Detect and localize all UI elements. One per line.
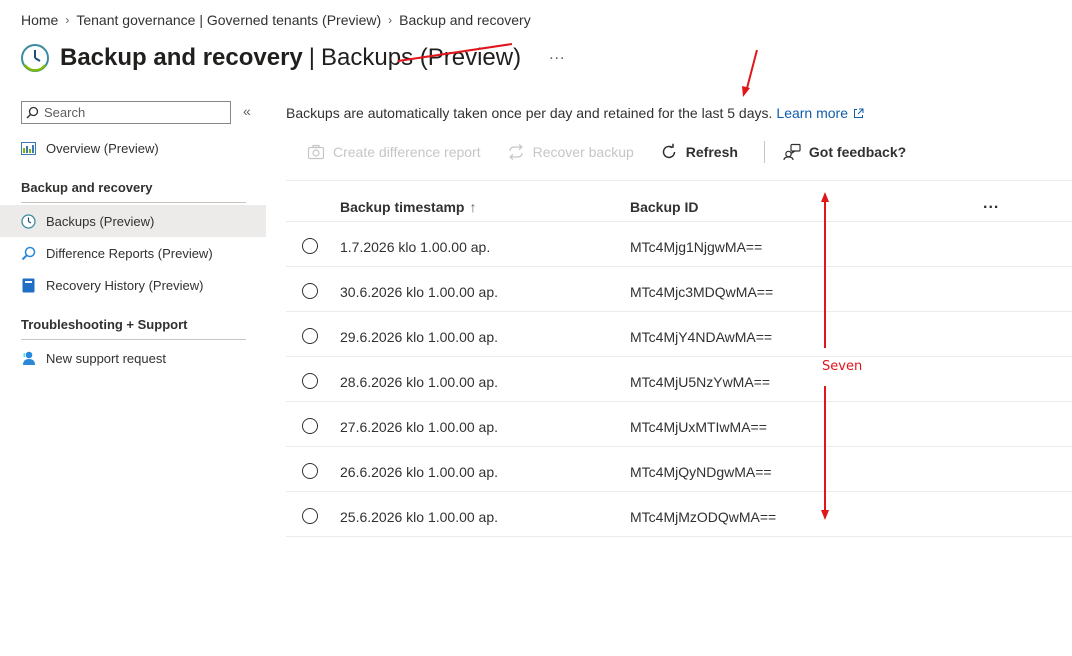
got-feedback-button[interactable]: Got feedback? [783,143,906,161]
page-title: Backup and recovery [60,44,303,71]
breadcrumb-tenant-governance[interactable]: Tenant governance | Governed tenants (Pr… [76,12,381,28]
sidebar-search[interactable] [21,101,231,124]
feedback-icon [783,143,801,161]
sidebar-item-new-support-request[interactable]: New support request [0,342,266,374]
backup-timestamp-cell: 28.6.2026 klo 1.00.00 ap. [340,374,499,390]
refresh-button[interactable]: Refresh [660,143,738,161]
title-separator: | [308,44,316,71]
refresh-label: Refresh [685,144,738,160]
search-input[interactable] [44,105,214,120]
sidebar-item-label: New support request [46,350,166,366]
backup-timestamp-cell: 29.6.2026 klo 1.00.00 ap. [340,329,499,345]
support-person-icon [21,351,36,366]
backup-timestamp-cell: 27.6.2026 klo 1.00.00 ap. [340,419,499,435]
backup-info-text: Backups are automatically taken once per… [286,105,773,121]
sidebar-item-recovery-history[interactable]: Recovery History (Preview) [0,269,266,301]
backup-timestamp-cell: 25.6.2026 klo 1.00.00 ap. [340,509,499,525]
nav-group-troubleshooting: Troubleshooting + Support [21,317,246,340]
row-select-radio[interactable] [302,418,318,434]
breadcrumb: Home › Tenant governance | Governed tena… [21,11,531,29]
collapse-sidebar-icon[interactable]: « [243,103,251,119]
row-select-radio[interactable] [302,463,318,479]
backup-info: Backups are automatically taken once per… [286,105,864,121]
breadcrumb-chevron-icon: › [65,13,70,27]
sidebar-item-label: Backups (Preview) [46,213,155,229]
sidebar-item-label: Overview (Preview) [46,140,159,156]
breadcrumb-home[interactable]: Home [21,12,58,28]
backup-timestamp-cell: 26.6.2026 klo 1.00.00 ap. [340,464,499,480]
annotation-label-seven: Seven [822,359,863,374]
create-difference-report-button[interactable]: Create difference report [307,143,481,161]
sidebar-item-difference-reports[interactable]: Difference Reports (Preview) [0,237,266,269]
breadcrumb-backup-recovery[interactable]: Backup and recovery [399,12,531,28]
table-row[interactable]: 25.6.2026 klo 1.00.00 ap. MTc4MjMzODQwMA… [286,492,1072,537]
nav-group-backup-recovery: Backup and recovery [21,180,246,203]
book-icon [21,278,36,293]
backup-id-cell: MTc4Mjg1NjgwMA== [630,239,763,255]
column-header-backup-id[interactable]: Backup ID [630,199,698,215]
row-select-radio[interactable] [302,328,318,344]
sidebar-item-backups[interactable]: Backups (Preview) [0,205,266,237]
toolbar-divider [763,141,765,163]
clock-icon [21,213,36,229]
row-select-radio[interactable] [302,238,318,254]
clock-icon [21,44,49,72]
table-row[interactable]: 1.7.2026 klo 1.00.00 ap. MTc4Mjg1NjgwMA=… [286,222,1072,267]
column-header-label: Backup timestamp [340,199,465,215]
table-header: Backup timestamp ↑ Backup ID ... [286,180,1072,222]
recover-arrows-icon [507,143,525,161]
table-row[interactable]: 28.6.2026 klo 1.00.00 ap. MTc4MjU5NzYwMA… [286,357,1072,402]
backup-id-cell: MTc4MjQyNDgwMA== [630,464,772,480]
breadcrumb-chevron-icon: › [388,13,393,27]
row-select-radio[interactable] [302,373,318,389]
backup-id-cell: MTc4Mjc3MDQwMA== [630,284,774,300]
arrow-annotation-top [745,49,758,93]
external-link-icon[interactable] [853,108,864,119]
page-subtitle: Backups (Preview) [321,44,522,71]
page-header: Backup and recovery | Backups (Preview) … [20,40,565,76]
backup-id-cell: MTc4MjY4NDAwMA== [630,329,773,345]
column-header-backup-timestamp[interactable]: Backup timestamp ↑ [340,199,476,215]
sidebar: « Overview (Preview) Backup and recovery… [0,96,266,656]
backup-timestamp-cell: 1.7.2026 klo 1.00.00 ap. [340,239,491,255]
sort-ascending-icon: ↑ [469,199,477,215]
camera-icon [307,143,325,161]
sidebar-item-label: Difference Reports (Preview) [46,245,213,261]
sidebar-item-label: Recovery History (Preview) [46,277,204,293]
magnifier-icon [21,246,36,261]
backup-id-cell: MTc4MjUxMTIwMA== [630,419,767,435]
more-options-icon[interactable]: ... [549,46,565,64]
search-icon [26,106,39,119]
row-select-radio[interactable] [302,283,318,299]
backups-table: Backup timestamp ↑ Backup ID ... 1.7.202… [286,180,1072,537]
backup-id-cell: MTc4MjMzODQwMA== [630,509,777,525]
refresh-icon [660,143,678,161]
recover-backup-button[interactable]: Recover backup [507,143,634,161]
sidebar-item-overview[interactable]: Overview (Preview) [0,132,266,164]
overview-icon [21,141,36,156]
more-columns-icon[interactable]: ... [983,195,999,213]
recover-backup-label: Recover backup [532,144,634,160]
row-select-radio[interactable] [302,508,318,524]
create-difference-report-label: Create difference report [333,144,481,160]
learn-more-link[interactable]: Learn more [776,105,848,121]
arrow-head-top [742,86,750,97]
table-row[interactable]: 26.6.2026 klo 1.00.00 ap. MTc4MjQyNDgwMA… [286,447,1072,492]
command-bar: Create difference report Recover backup … [307,140,932,164]
backup-id-cell: MTc4MjU5NzYwMA== [630,374,771,390]
table-row[interactable]: 27.6.2026 klo 1.00.00 ap. MTc4MjUxMTIwMA… [286,402,1072,447]
table-row[interactable]: 29.6.2026 klo 1.00.00 ap. MTc4MjY4NDAwMA… [286,312,1072,357]
table-row[interactable]: 30.6.2026 klo 1.00.00 ap. MTc4Mjc3MDQwMA… [286,267,1072,312]
got-feedback-label: Got feedback? [808,144,907,160]
backup-timestamp-cell: 30.6.2026 klo 1.00.00 ap. [340,284,499,300]
